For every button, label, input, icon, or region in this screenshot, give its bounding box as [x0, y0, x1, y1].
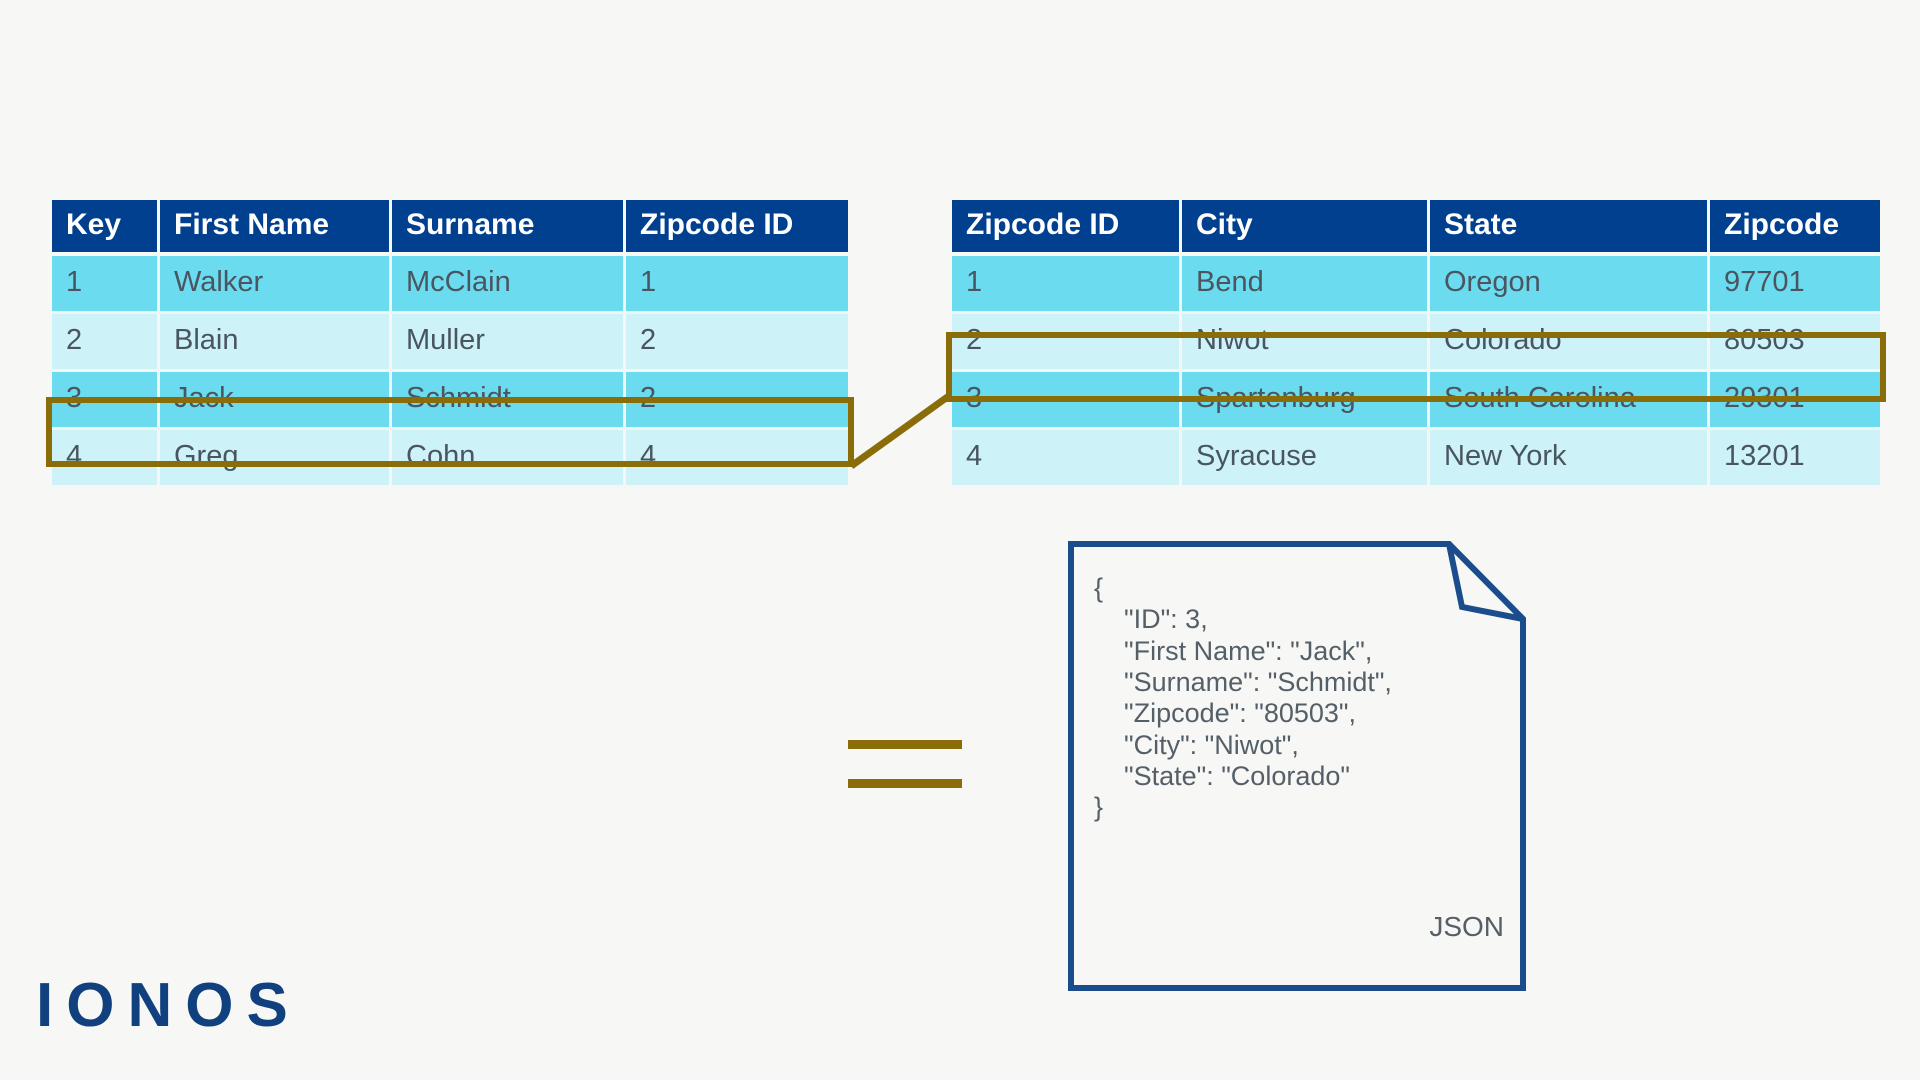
- cell-city: Syracuse: [1182, 430, 1430, 488]
- cell-state: South Carolina: [1430, 372, 1710, 430]
- cell-surname: Cohn: [392, 430, 626, 488]
- column-header-zipcode: Zipcode: [1710, 200, 1880, 256]
- cell-surname: Muller: [392, 314, 626, 372]
- cell-state: New York: [1430, 430, 1710, 488]
- column-header-city: City: [1182, 200, 1430, 256]
- join-connector-line: [849, 393, 951, 469]
- json-document-text: { "ID": 3, "First Name": "Jack", "Surnam…: [1094, 573, 1392, 823]
- cell-zipcode-id: 2: [626, 372, 848, 430]
- cell-surname: Schmidt: [392, 372, 626, 430]
- table-row: 3 Spartenburg South Carolina 29301: [952, 372, 1880, 430]
- cell-zipcode-id: 1: [952, 256, 1182, 314]
- ionos-logo: IONOS: [36, 971, 301, 1040]
- persons-table: Key First Name Surname Zipcode ID 1 Walk…: [52, 200, 848, 488]
- column-header-zipcode-id: Zipcode ID: [626, 200, 848, 256]
- cell-key: 3: [52, 372, 160, 430]
- table-row-highlighted: 2 Niwot Colorado 80503: [952, 314, 1880, 372]
- cell-zipcode-id: 3: [952, 372, 1182, 430]
- cell-zipcode: 29301: [1710, 372, 1880, 430]
- cell-surname: McClain: [392, 256, 626, 314]
- table-row: 4 Greg Cohn 4: [52, 430, 848, 488]
- table-header-row: Key First Name Surname Zipcode ID: [52, 200, 848, 256]
- equals-bar-top: [848, 740, 962, 749]
- table-row: 4 Syracuse New York 13201: [952, 430, 1880, 488]
- json-format-label: JSON: [1429, 911, 1504, 942]
- table-row: 2 Blain Muller 2: [52, 314, 848, 372]
- table-row-highlighted: 3 Jack Schmidt 2: [52, 372, 848, 430]
- cell-state: Colorado: [1430, 314, 1710, 372]
- json-document-card: { "ID": 3, "First Name": "Jack", "Surnam…: [1068, 541, 1526, 991]
- zipcodes-table: Zipcode ID City State Zipcode 1 Bend Ore…: [952, 200, 1880, 488]
- cell-first-name: Walker: [160, 256, 392, 314]
- cell-zipcode: 80503: [1710, 314, 1880, 372]
- cell-city: Spartenburg: [1182, 372, 1430, 430]
- cell-zipcode-id: 1: [626, 256, 848, 314]
- equals-bar-bottom: [848, 779, 962, 788]
- column-header-state: State: [1430, 200, 1710, 256]
- cell-zipcode-id: 4: [952, 430, 1182, 488]
- cell-key: 4: [52, 430, 160, 488]
- table-header-row: Zipcode ID City State Zipcode: [952, 200, 1880, 256]
- column-header-surname: Surname: [392, 200, 626, 256]
- column-header-first-name: First Name: [160, 200, 392, 256]
- cell-zipcode: 13201: [1710, 430, 1880, 488]
- cell-zipcode-id: 2: [626, 314, 848, 372]
- cell-key: 2: [52, 314, 160, 372]
- cell-zipcode-id: 2: [952, 314, 1182, 372]
- cell-first-name: Greg: [160, 430, 392, 488]
- cell-first-name: Blain: [160, 314, 392, 372]
- cell-city: Bend: [1182, 256, 1430, 314]
- cell-zipcode: 97701: [1710, 256, 1880, 314]
- cell-city: Niwot: [1182, 314, 1430, 372]
- column-header-key: Key: [52, 200, 160, 256]
- cell-first-name: Jack: [160, 372, 392, 430]
- equals-sign: [848, 740, 962, 788]
- column-header-zipcode-id: Zipcode ID: [952, 200, 1182, 256]
- table-row: 1 Walker McClain 1: [52, 256, 848, 314]
- cell-state: Oregon: [1430, 256, 1710, 314]
- cell-key: 1: [52, 256, 160, 314]
- cell-zipcode-id: 4: [626, 430, 848, 488]
- table-row: 1 Bend Oregon 97701: [952, 256, 1880, 314]
